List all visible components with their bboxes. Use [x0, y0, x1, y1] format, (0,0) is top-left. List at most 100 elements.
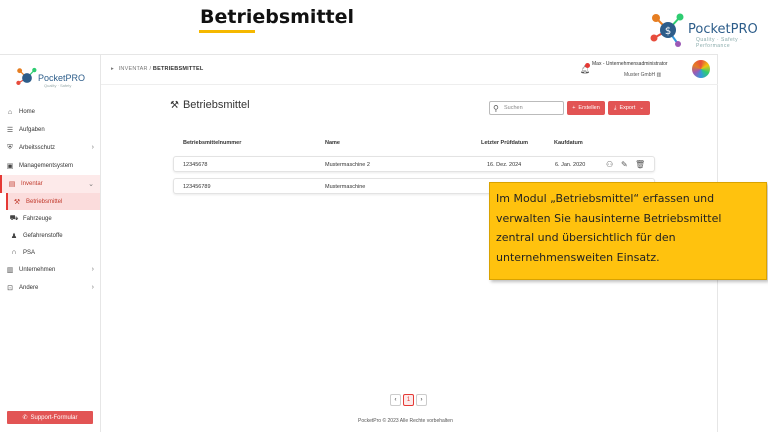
sidebar-item-label: Arbeitsschutz: [19, 145, 56, 151]
footer-copyright: PocketPro © 2023 Alle Rechte vorbehalten: [358, 418, 453, 424]
brand-wordmark: PocketPRO: [688, 22, 758, 37]
chevron-down-icon: ⌄: [88, 181, 94, 188]
next-page-button[interactable]: ›: [416, 394, 427, 406]
building-icon: ▥: [656, 72, 662, 78]
sidebar-item-betriebsmittel[interactable]: ⚒ Betriebsmittel: [6, 193, 100, 210]
column-header[interactable]: Kaufdatum: [554, 140, 583, 146]
headphones-icon: ∩: [11, 249, 17, 256]
breadcrumb: ▸ INVENTAR / BETRIEBSMITTEL: [111, 66, 203, 72]
cell-name: Mustermaschine: [325, 184, 366, 190]
support-label: Support-Formular: [30, 414, 78, 421]
chevron-right-icon: ›: [91, 144, 94, 151]
car-icon: ⛟: [9, 215, 19, 222]
logo-mark-icon: [16, 67, 37, 86]
page-number-button[interactable]: 1: [403, 394, 414, 406]
svg-text:$: $: [665, 26, 671, 37]
sidebar-item-label: PSA: [23, 249, 36, 256]
sidebar-logo-text: PocketPRO: [38, 73, 86, 83]
sidebar-item-label: Inventar: [21, 181, 43, 187]
sidebar-item-aufgaben[interactable]: ☰ Aufgaben: [0, 121, 100, 139]
sidebar-item-andere[interactable]: ⊡ Andere ›: [0, 279, 100, 297]
chevron-right-icon: ›: [91, 266, 94, 273]
support-form-button[interactable]: ✆ Support-Formular: [7, 411, 93, 424]
sidebar-item-psa[interactable]: ∩ PSA: [0, 244, 100, 261]
title-underline: [199, 30, 255, 33]
sidebar-item-label: Gefahrenstoffe: [23, 232, 63, 239]
assign-user-icon[interactable]: ⚇: [606, 160, 613, 169]
avatar[interactable]: [692, 60, 710, 78]
company-name: Muster GmbH ▥: [624, 72, 661, 78]
user-menu[interactable]: 🔔︎ Max - Unternehmensadministrator Muste…: [580, 59, 710, 81]
export-label: Export: [619, 105, 636, 111]
sidebar-item-home[interactable]: ⌂ Home: [0, 103, 100, 121]
page-title: ⚒ Betriebsmittel: [170, 99, 250, 111]
sidebar-item-unternehmen[interactable]: ▥ Unternehmen ›: [0, 261, 100, 279]
tools-icon: ⚒: [13, 198, 21, 206]
create-button[interactable]: + Erstellen: [567, 101, 605, 115]
table-row[interactable]: 12345678 Mustermaschine 2 16. Dez. 2024 …: [173, 156, 655, 172]
breadcrumb-arrow-icon: ▸: [111, 66, 114, 72]
inventory-icon: ▤: [8, 181, 16, 188]
sidebar-item-label: Betriebsmittel: [26, 198, 63, 205]
brand-mark-icon: $: [650, 13, 684, 47]
sidebar-item-gefahrenstoffe[interactable]: ♟ Gefahrenstoffe: [0, 227, 100, 244]
list-icon: ☰: [6, 127, 14, 134]
sidebar-item-label: Aufgaben: [19, 127, 45, 133]
sidebar-logo[interactable]: PocketPRO Quality · Safety: [16, 67, 86, 91]
building-icon: ▥: [6, 267, 14, 274]
sidebar-item-label: Managementsystem: [19, 163, 74, 169]
other-icon: ⊡: [7, 285, 13, 292]
company-label: Muster GmbH: [624, 72, 656, 78]
cell-number: 12345678: [183, 162, 208, 168]
sidebar-item-label: Andere: [19, 285, 39, 291]
cell-last-check: 16. Dez. 2024: [487, 162, 522, 168]
search-placeholder: Suchen: [504, 105, 523, 111]
sidebar-nav: ⌂ Home ☰ Aufgaben ⛨ Arbeitsschutz › ▣ Ma…: [0, 103, 100, 297]
breadcrumb-separator: /: [149, 66, 152, 72]
chevron-right-icon: ›: [91, 284, 94, 291]
search-icon: ⚲: [493, 104, 499, 113]
create-label: Erstellen: [578, 105, 600, 111]
chevron-down-icon: ⌄: [639, 105, 644, 111]
edit-icon[interactable]: ✎: [621, 160, 628, 169]
brand-tagline: Quality · Safety · Performance: [696, 37, 743, 49]
pagination: ‹ 1 ›: [390, 394, 427, 406]
sidebar-item-managementsystem[interactable]: ▣ Managementsystem: [0, 157, 100, 175]
sidebar-logo-tag: Quality · Safety: [44, 83, 72, 88]
brand-logo: $ PocketPRO Quality · Safety · Performan…: [640, 8, 758, 52]
sidebar: PocketPRO Quality · Safety ⌂ Home ☰ Aufg…: [0, 55, 101, 432]
column-header[interactable]: Letzter Prüfdatum: [481, 140, 528, 146]
page: Betriebsmittel $ PocketPRO Quality · Saf…: [0, 0, 768, 432]
sidebar-item-label: Unternehmen: [19, 267, 56, 273]
cell-purchase: 6. Jan. 2020: [555, 162, 586, 168]
sidebar-item-arbeitsschutz[interactable]: ⛨ Arbeitsschutz ›: [0, 139, 100, 157]
prev-page-button[interactable]: ‹: [390, 394, 401, 406]
flask-icon: ♟: [10, 232, 18, 240]
box-icon: ▣: [6, 163, 14, 170]
cell-number: 123456789: [183, 184, 211, 190]
topbar: ▸ INVENTAR / BETRIEBSMITTEL 🔔︎ Max - Unt…: [101, 55, 718, 85]
shield-icon: ⛨: [7, 144, 13, 151]
notification-badge: [585, 63, 590, 68]
home-icon: ⌂: [7, 108, 13, 116]
sidebar-item-fahrzeuge[interactable]: ⛟ Fahrzeuge: [0, 210, 100, 227]
sidebar-item-inventar[interactable]: ▤ Inventar ⌄: [0, 175, 100, 193]
tools-icon: ⚒: [170, 100, 179, 111]
search-input[interactable]: ⚲ Suchen: [489, 101, 564, 115]
delete-icon[interactable]: 🗑︎: [635, 160, 645, 169]
cell-name: Mustermaschine 2: [325, 162, 370, 168]
slide-title: Betriebsmittel: [200, 6, 355, 28]
column-header[interactable]: Betriebsmittelnummer: [183, 140, 241, 146]
page-title-text: Betriebsmittel: [182, 99, 250, 111]
breadcrumb-current: BETRIEBSMITTEL: [152, 66, 204, 72]
info-callout: Im Modul „Betriebsmittel“ erfassen und v…: [489, 182, 767, 280]
breadcrumb-root[interactable]: INVENTAR: [119, 66, 148, 72]
download-icon: ⤓: [614, 104, 617, 111]
plus-icon: +: [572, 105, 576, 111]
export-button[interactable]: ⤓ Export ⌄: [608, 101, 650, 115]
sidebar-item-label: Home: [19, 109, 36, 115]
sidebar-item-label: Fahrzeuge: [23, 215, 52, 222]
column-header[interactable]: Name: [325, 140, 340, 146]
user-name: Max - Unternehmensadministrator: [592, 61, 668, 67]
phone-icon: ✆: [22, 415, 28, 421]
